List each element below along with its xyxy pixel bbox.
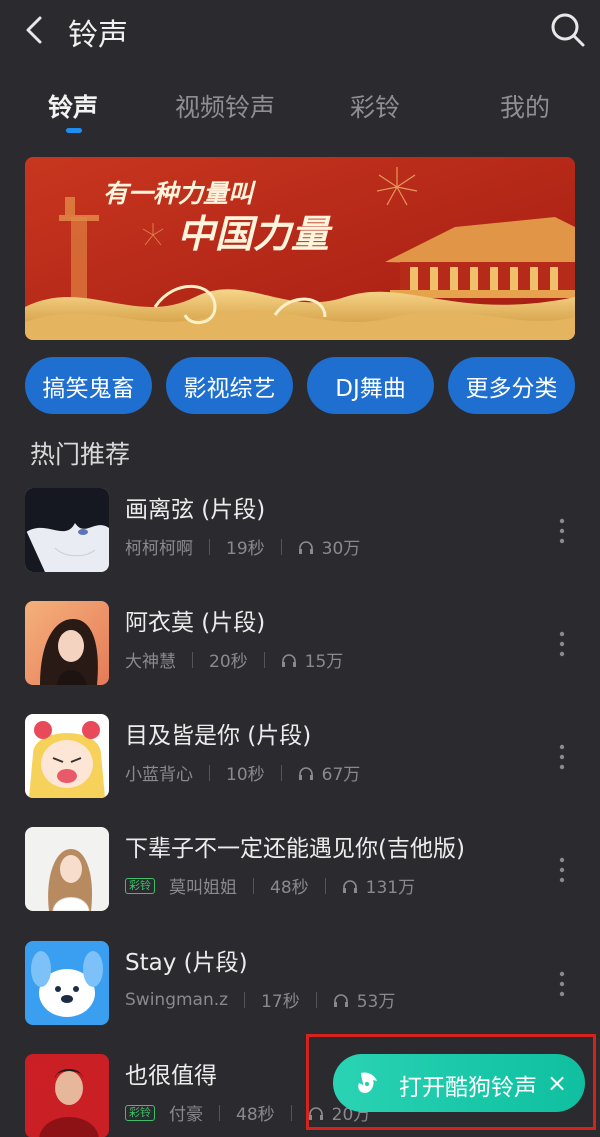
song-plays: 15万 [304,652,344,672]
song-artist: 小蓝背心 [125,765,193,785]
song-duration: 10秒 [226,765,265,785]
song-row[interactable]: 下辈子不一定还能遇见你(吉他版) 彩铃 莫叫姐姐 48秒 131万 [0,827,600,927]
color-ring-badge: 彩铃 [125,1104,155,1121]
more-options-icon[interactable] [552,855,572,885]
color-ring-badge: 彩铃 [125,877,155,894]
song-meta: Swingman.z 17秒 53万 [125,987,396,1013]
tab-video-ringtone[interactable]: 视频铃声 [175,88,275,124]
song-artist: Swingman.z [125,989,229,1010]
song-duration: 17秒 [261,992,300,1012]
song-plays: 131万 [365,878,416,898]
song-plays: 67万 [321,765,361,785]
more-options-icon[interactable] [552,629,572,659]
banner-title-line1: 有一种力量叫 [103,179,257,208]
headphones-icon [342,879,357,893]
active-tab-indicator [66,128,82,133]
chip-more-categories[interactable]: 更多分类 [448,357,575,414]
song-title: Stay (片段) [125,950,248,976]
close-icon[interactable]: × [543,1066,571,1100]
tab-bar: 铃声 视频铃声 彩铃 我的 [0,80,600,140]
song-title: 画离弦 (片段) [125,497,266,523]
song-title: 目及皆是你 (片段) [125,723,312,749]
song-meta: 柯柯柯啊 19秒 30万 [125,534,360,559]
search-icon[interactable] [548,10,588,50]
song-artist: 付豪 [169,1105,203,1125]
song-artist: 莫叫姐姐 [169,878,237,898]
song-cover [25,941,109,1025]
open-app-button[interactable]: 打开酷狗铃声 × [333,1054,585,1112]
app-logo-icon [358,1072,377,1093]
chip-film-tv[interactable]: 影视综艺 [166,357,293,414]
headphones-icon [298,766,313,780]
tab-mine[interactable]: 我的 [500,88,550,124]
page-title: 铃声 [68,18,128,53]
song-title: 阿衣莫 (片段) [125,610,266,636]
song-cover [25,714,109,798]
tab-color-ring[interactable]: 彩铃 [350,88,400,124]
song-cover [25,601,109,685]
tab-ringtone[interactable]: 铃声 [48,88,98,124]
song-row[interactable]: Stay (片段) Swingman.z 17秒 53万 [0,941,600,1041]
song-plays: 53万 [356,992,396,1012]
banner-artwork: 有一种力量叫 中国力量 [25,157,575,340]
song-row[interactable]: 目及皆是你 (片段) 小蓝背心 10秒 67万 [0,714,600,814]
song-duration: 19秒 [226,539,265,559]
song-cover [25,488,109,572]
song-artist: 大神慧 [125,652,176,672]
song-plays: 30万 [321,539,361,559]
promo-banner[interactable]: 有一种力量叫 中国力量 [25,157,575,340]
song-artist: 柯柯柯啊 [125,539,193,559]
open-app-label: 打开酷狗铃声 [399,1075,537,1101]
open-app-highlight: 打开酷狗铃声 × [306,1034,596,1130]
more-options-icon[interactable] [552,516,572,546]
chip-dj[interactable]: DJ舞曲 [307,357,434,414]
song-meta: 小蓝背心 10秒 67万 [125,760,360,785]
more-options-icon[interactable] [552,742,572,772]
song-duration: 48秒 [270,878,309,898]
section-title-hot: 热门推荐 [30,440,131,469]
song-meta: 彩铃 莫叫姐姐 48秒 131万 [125,873,415,898]
back-arrow-icon[interactable] [18,12,54,48]
category-chips: 搞笑鬼畜 影视综艺 DJ舞曲 更多分类 [0,357,600,417]
headphones-icon [333,993,348,1007]
song-row[interactable]: 画离弦 (片段) 柯柯柯啊 19秒 30万 [0,488,600,588]
song-meta: 大神慧 20秒 15万 [125,647,343,672]
song-duration: 48秒 [236,1105,275,1125]
song-title: 下辈子不一定还能遇见你(吉他版) [125,836,465,862]
song-cover [25,1054,109,1137]
headphones-icon [298,540,313,554]
chip-funny[interactable]: 搞笑鬼畜 [25,357,152,414]
headphones-icon [281,653,296,667]
song-cover [25,827,109,911]
more-options-icon[interactable] [552,969,572,999]
top-bar: 铃声 [0,0,600,60]
banner-title-line2: 中国力量 [177,211,333,256]
song-title: 也很值得 [125,1063,217,1089]
song-row[interactable]: 阿衣莫 (片段) 大神慧 20秒 15万 [0,601,600,701]
song-duration: 20秒 [209,652,248,672]
